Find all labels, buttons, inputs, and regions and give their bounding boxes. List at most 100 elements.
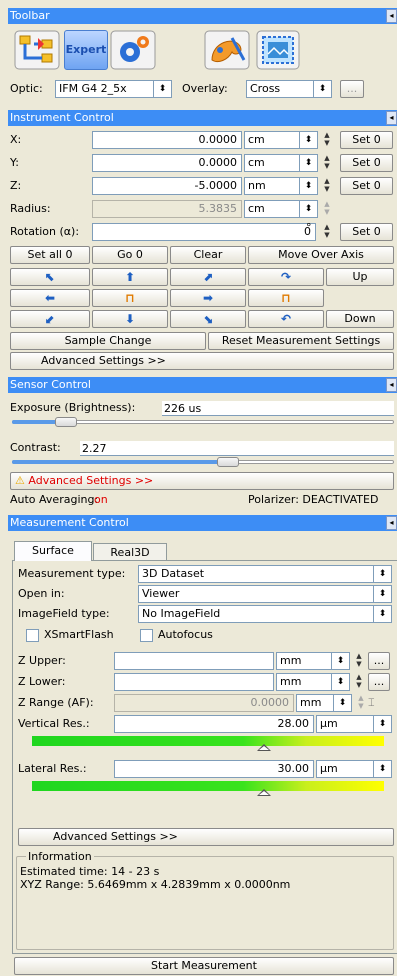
expert-button[interactable]: Expert — [64, 30, 108, 70]
lock-icon[interactable]: ⊓ — [248, 289, 324, 307]
instrument-header[interactable]: Instrument Control ◂ — [8, 110, 397, 126]
chevron-down-icon: ⬍ — [373, 606, 391, 622]
arrow-up-left-icon[interactable]: ⬉ — [10, 268, 90, 286]
sensor-header[interactable]: Sensor Control ◂ — [8, 377, 397, 393]
lateral-res-unit-select[interactable]: µm ⬍ — [316, 760, 392, 778]
lock-icon[interactable]: ⊓ — [92, 289, 168, 307]
chevron-down-icon: ⬍ — [313, 81, 331, 97]
lateral-res-marker[interactable] — [257, 789, 272, 796]
imagefield-type-select[interactable]: No ImageField ⬍ — [138, 605, 392, 623]
rotation-stepper[interactable]: ▲ ▼ — [322, 223, 332, 241]
overlay-more-button[interactable]: ... — [340, 80, 364, 98]
collapse-icon[interactable]: ◂ — [386, 111, 397, 125]
set-all-zero-button[interactable]: Set all 0 — [10, 246, 90, 264]
warning-icon: ⚠ — [15, 474, 25, 487]
y-input[interactable]: 0.0000 — [92, 154, 242, 172]
collapse-icon[interactable]: ◂ — [386, 9, 397, 23]
palette-icon[interactable] — [204, 30, 250, 70]
arrow-up-icon[interactable]: ⬆ — [92, 268, 168, 286]
contrast-slider-handle[interactable] — [217, 457, 240, 467]
z-lower-unit-select[interactable]: mm ⬍ — [276, 673, 350, 691]
auto-averaging-value[interactable]: on — [94, 492, 108, 508]
collapse-icon[interactable]: ◂ — [386, 378, 397, 392]
arrow-up-right-icon[interactable]: ⬈ — [170, 268, 246, 286]
z-set0-button[interactable]: Set 0 — [340, 177, 393, 195]
z-upper-stepper[interactable]: ▲ ▼ — [354, 652, 364, 670]
y-unit-select[interactable]: cm ⬍ — [244, 154, 318, 172]
rotation-input[interactable]: 0 — [92, 223, 316, 241]
move-over-axis-button[interactable]: Move Over Axis — [248, 246, 394, 264]
y-stepper[interactable]: ▲ ▼ — [322, 154, 332, 172]
measurement-advanced-settings-button[interactable]: Advanced Settings >> — [18, 828, 394, 846]
instrument-advanced-settings-button[interactable]: Advanced Settings >> — [10, 352, 394, 370]
chevron-down-icon: ⬍ — [373, 716, 391, 732]
measurement-type-select[interactable]: 3D Dataset ⬍ — [138, 565, 392, 583]
measurement-header[interactable]: Measurement Control ◂ — [8, 515, 397, 531]
optic-select[interactable]: IFM G4 2_5x ⬍ — [55, 80, 172, 98]
clear-button[interactable]: Clear — [170, 246, 246, 264]
go-zero-button[interactable]: Go 0 — [92, 246, 168, 264]
reset-measurement-settings-button[interactable]: Reset Measurement Settings — [208, 332, 394, 350]
exposure-slider-handle[interactable] — [55, 417, 78, 427]
z-unit-select[interactable]: nm ⬍ — [244, 177, 318, 195]
xyz-range: XYZ Range: 5.6469mm x 4.2839mm x 0.0000n… — [20, 878, 291, 891]
open-in-label: Open in: — [18, 587, 65, 600]
arrow-down-icon[interactable]: ⬇ — [92, 310, 168, 328]
z-upper-input[interactable] — [114, 652, 274, 670]
z-stepper[interactable]: ▲ ▼ — [322, 177, 332, 195]
vertical-res-marker[interactable] — [257, 744, 272, 751]
autofocus-label: Autofocus — [158, 628, 213, 641]
autofocus-checkbox[interactable] — [140, 629, 153, 642]
vertical-res-input[interactable]: 28.00 — [114, 715, 314, 733]
toolbar-header[interactable]: Toolbar ◂ — [8, 8, 397, 24]
z-range-input: 0.0000 — [114, 694, 294, 712]
chevron-down-icon: ⬍ — [373, 761, 391, 777]
y-set0-button[interactable]: Set 0 — [340, 154, 393, 172]
open-in-select[interactable]: Viewer ⬍ — [138, 585, 392, 603]
gear-icon[interactable] — [110, 30, 156, 70]
tab-surface[interactable]: Surface — [14, 541, 92, 561]
sensor-advanced-settings-button[interactable]: ⚠ Advanced Settings >> — [10, 472, 394, 490]
rotation-set0-button[interactable]: Set 0 — [340, 223, 393, 241]
arrow-right-icon[interactable]: ➡ — [170, 289, 246, 307]
y-label: Y: — [10, 156, 19, 169]
degree-unit: ° — [306, 221, 312, 234]
radius-unit-select[interactable]: cm ⬍ — [244, 200, 318, 218]
xsmartflash-checkbox[interactable] — [26, 629, 39, 642]
chevron-down-icon: ⬍ — [373, 586, 391, 602]
z-range-unit-select[interactable]: mm ⬍ — [296, 694, 352, 712]
z-lower-stepper[interactable]: ▲ ▼ — [354, 673, 364, 691]
tab-real3d[interactable]: Real3D — [93, 543, 167, 561]
z-lower-input[interactable] — [114, 673, 274, 691]
lateral-res-input[interactable]: 30.00 — [114, 760, 314, 778]
z-upper-unit-select[interactable]: mm ⬍ — [276, 652, 350, 670]
x-set0-button[interactable]: Set 0 — [340, 131, 393, 149]
down-button[interactable]: Down — [326, 310, 394, 328]
x-unit-select[interactable]: cm ⬍ — [244, 131, 318, 149]
z-upper-more-button[interactable]: ... — [368, 652, 390, 670]
tree-icon[interactable] — [14, 30, 60, 70]
arrow-down-left-icon[interactable]: ⬋ — [10, 310, 90, 328]
arrow-down-right-icon[interactable]: ⬊ — [170, 310, 246, 328]
rotate-right-icon[interactable]: ↷ — [248, 268, 324, 286]
chevron-down-icon: ⬍ — [373, 566, 391, 582]
vertical-res-unit-select[interactable]: µm ⬍ — [316, 715, 392, 733]
range-icon[interactable]: ⌶ — [368, 695, 375, 711]
overlay-select[interactable]: Cross ⬍ — [246, 80, 332, 98]
z-lower-more-button[interactable]: ... — [368, 673, 390, 691]
sample-change-button[interactable]: Sample Change — [10, 332, 206, 350]
z-range-stepper: ▲ ▼ — [358, 694, 364, 710]
collapse-icon[interactable]: ◂ — [386, 516, 397, 530]
z-input[interactable]: -5.0000 — [92, 177, 242, 195]
up-button[interactable]: Up — [326, 268, 394, 286]
contrast-value[interactable]: 2.27 — [80, 441, 394, 456]
rotate-left-icon[interactable]: ↶ — [248, 310, 324, 328]
imagefield-type-label: ImageField type: — [18, 607, 110, 620]
xsmartflash-label: XSmartFlash — [44, 628, 114, 641]
image-grid-icon[interactable] — [256, 30, 300, 70]
start-measurement-button[interactable]: Start Measurement — [14, 957, 394, 975]
x-stepper[interactable]: ▲ ▼ — [322, 131, 332, 149]
arrow-left-icon[interactable]: ⬅ — [10, 289, 90, 307]
exposure-value[interactable]: 226 us — [162, 401, 394, 416]
x-input[interactable]: 0.0000 — [92, 131, 242, 149]
